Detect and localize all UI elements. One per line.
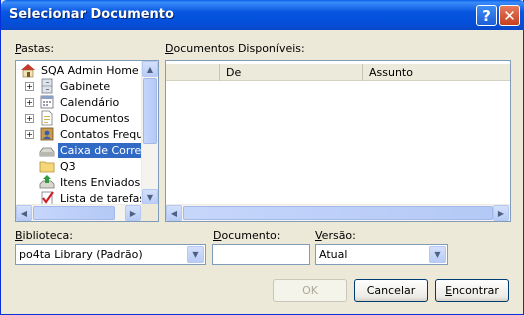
close-icon: ✕ [503,6,516,25]
help-icon: ? [482,6,491,25]
tree-item-label: Gabinete [60,79,111,93]
find-button[interactable]: Encontrar [435,279,509,302]
calendar-icon [40,95,54,109]
documents-list[interactable]: De Assunto ◀ ▶ [165,60,511,222]
tree-item-calendario[interactable]: + Calendário [16,94,142,110]
scroll-thumb[interactable] [143,78,157,144]
help-button[interactable]: ? [476,5,497,26]
chevron-right-icon: ▶ [129,208,137,218]
tree-item-label: SQA Admin Home [41,63,139,77]
chevron-down-icon: ▼ [146,192,154,202]
chevron-left-icon: ◀ [170,208,178,218]
column-header-de[interactable]: De [220,64,363,81]
chevron-up-icon: ▲ [146,64,154,74]
tree-item-label: Q3 [60,159,76,173]
ok-button[interactable]: OK [273,279,347,302]
scroll-right-button[interactable]: ▶ [493,205,509,221]
tree-item-caixa-de-correio[interactable]: Caixa de Correio [16,142,142,158]
mailbox-icon [39,147,55,157]
folder-tree-vertical-scrollbar[interactable]: ▲ ▼ [141,61,158,206]
contacts-icon [40,127,54,141]
documents-list-header: De Assunto [166,64,510,81]
library-label: Biblioteca: [15,229,74,242]
library-dropdown[interactable]: po4ta Library (Padrão) ▼ [15,244,206,265]
chevron-down-icon: ▼ [192,250,199,259]
tree-item-label: Documentos [60,111,130,125]
chevron-left-icon: ◀ [20,208,28,218]
chevron-right-icon: ▶ [497,208,505,218]
library-value: po4ta Library (Padrão) [19,248,143,261]
cancel-button[interactable]: Cancelar [354,279,428,302]
column-header-assunto[interactable]: Assunto [363,64,510,81]
dialog-window: Selecionar Documento ? ✕ Pastas: SQA Adm… [0,0,524,315]
documents-label: Documentos Disponíveis: [165,42,305,55]
library-dropdown-button[interactable]: ▼ [187,246,204,263]
document-field-label: Documento: [213,229,281,242]
document-icon [41,110,53,126]
expand-icon[interactable]: + [25,82,34,91]
scroll-thumb[interactable] [33,206,115,220]
folders-label: Pastas: [15,42,55,55]
tree-item-label: Itens Enviados [60,175,141,189]
folder-tree-rows: SQA Admin Home + Gabinete + Calendário +… [16,61,142,206]
scroll-up-button[interactable]: ▲ [142,61,158,77]
tree-item-documentos[interactable]: + Documentos [16,110,142,126]
tree-item-contatos-frequentes[interactable]: + Contatos Frequentes [16,126,142,142]
expand-icon[interactable]: + [25,98,34,107]
tree-item-sqa-admin-home[interactable]: SQA Admin Home [16,62,142,78]
scroll-thumb[interactable] [183,206,493,220]
cabinet-icon [41,78,53,94]
version-dropdown-button[interactable]: ▼ [429,246,446,263]
documents-list-horizontal-scrollbar[interactable]: ◀ ▶ [166,204,510,221]
document-input[interactable] [212,244,310,265]
tree-item-gabinete[interactable]: + Gabinete [16,78,142,94]
version-dropdown[interactable]: Atual ▼ [315,244,448,265]
scroll-corner [141,204,158,221]
folder-tree[interactable]: SQA Admin Home + Gabinete + Calendário +… [15,60,159,222]
home-icon [21,64,35,78]
folder-icon [39,161,55,173]
tree-item-label: Contatos Frequentes [60,127,142,141]
tree-item-q3[interactable]: Q3 [16,158,142,174]
folder-tree-horizontal-scrollbar[interactable]: ◀ ▶ [16,204,142,221]
version-value: Atual [319,248,348,261]
expand-icon[interactable]: + [25,114,34,123]
chevron-down-icon: ▼ [434,250,441,259]
scroll-down-button[interactable]: ▼ [142,189,158,205]
scroll-left-button[interactable]: ◀ [166,205,182,221]
scroll-right-button[interactable]: ▶ [125,205,141,221]
sent-items-icon [39,175,55,189]
window-title: Selecionar Documento [9,7,174,22]
column-header-icon[interactable] [166,64,220,81]
title-bar[interactable]: Selecionar Documento ? ✕ [1,0,524,30]
close-button[interactable]: ✕ [499,5,520,26]
tree-item-label: Caixa de Correio [58,142,142,158]
tree-item-itens-enviados[interactable]: Itens Enviados [16,174,142,190]
scroll-left-button[interactable]: ◀ [16,205,32,221]
version-label: Versão: [315,229,356,242]
expand-icon[interactable]: + [25,130,34,139]
tree-item-label: Calendário [60,95,120,109]
